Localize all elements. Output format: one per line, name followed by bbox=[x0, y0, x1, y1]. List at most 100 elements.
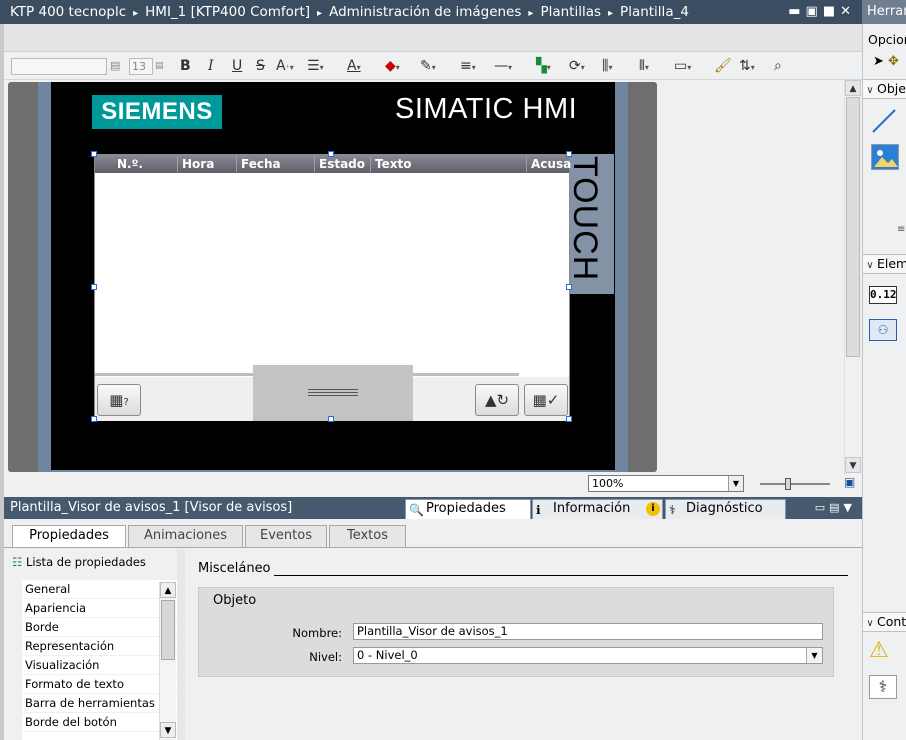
section-basic-objects[interactable]: ∨Objetos básicos bbox=[863, 79, 906, 99]
nav-item-button-border[interactable]: Borde del botón bbox=[22, 713, 177, 732]
column-time[interactable]: Hora bbox=[177, 156, 214, 172]
tab-properties[interactable]: 🔍 Propiedades bbox=[405, 499, 531, 519]
tab-diagnostics[interactable]: ⚕ Diagnóstico bbox=[665, 499, 786, 519]
object-group-title: Objeto bbox=[213, 593, 257, 608]
io-field-tool[interactable]: 0.12 bbox=[869, 286, 897, 304]
text-size-icon[interactable]: A⁺▾ bbox=[276, 56, 294, 78]
breadcrumb-screen-management[interactable]: Administración de imágenes bbox=[329, 4, 521, 20]
level-value: 0 - Nivel_0 bbox=[357, 648, 418, 662]
font-size-select[interactable]: 13 bbox=[129, 58, 153, 75]
column-text[interactable]: Texto bbox=[370, 156, 411, 172]
format-painter-icon[interactable]: 🖌 bbox=[714, 56, 732, 76]
level-select[interactable]: 0 - Nivel_0 ▼ bbox=[353, 647, 823, 664]
tab-info[interactable]: ℹ Información i bbox=[532, 499, 663, 519]
breadcrumb-project[interactable]: KTP 400 tecnoplc bbox=[10, 4, 126, 20]
info-icon: ℹ bbox=[536, 503, 541, 517]
subtab-texts[interactable]: Textos bbox=[329, 525, 406, 547]
subtab-events[interactable]: Eventos bbox=[245, 525, 327, 547]
subtab-properties[interactable]: Propiedades bbox=[12, 525, 126, 548]
breadcrumb-separator: ▸ bbox=[528, 8, 534, 19]
nav-item-general[interactable]: General bbox=[22, 580, 177, 599]
nav-list-scrollbar[interactable]: ▲ ▼ bbox=[159, 582, 176, 740]
graphic-view-tool-icon[interactable] bbox=[871, 144, 899, 170]
column-number[interactable]: N.º. bbox=[113, 156, 143, 172]
chevron-down-icon[interactable]: ▼ bbox=[728, 476, 743, 491]
chevron-down-icon[interactable]: ▼ bbox=[806, 648, 822, 663]
breadcrumb-templates[interactable]: Plantillas bbox=[540, 4, 601, 20]
zoom-slider[interactable] bbox=[760, 483, 830, 485]
canvas-vertical-scrollbar[interactable]: ▲ ▼ bbox=[844, 80, 861, 475]
line-tool-icon[interactable] bbox=[871, 108, 899, 136]
name-field[interactable]: Plantilla_Visor de avisos_1 bbox=[353, 623, 823, 640]
alarm-viewer-resize-grip[interactable] bbox=[253, 365, 413, 421]
breadcrumb-template[interactable]: Plantilla_4 bbox=[620, 4, 689, 20]
info-text-button[interactable]: ▦? bbox=[97, 384, 141, 416]
scroll-down-icon[interactable]: ▼ bbox=[845, 457, 861, 473]
selection-handle[interactable] bbox=[328, 151, 334, 157]
simatic-hmi-label: SIMATIC HMI bbox=[395, 93, 578, 125]
strikethrough-button[interactable]: S bbox=[256, 56, 265, 76]
loop-in-alarm-button[interactable]: ▲↻ bbox=[475, 384, 519, 416]
nav-item-appearance[interactable]: Apariencia bbox=[22, 599, 177, 618]
text-align-icon[interactable]: ☰▾ bbox=[307, 56, 324, 78]
splitter[interactable] bbox=[177, 548, 185, 740]
column-acknowledge[interactable]: Acusa bbox=[526, 156, 571, 172]
distribute-icon[interactable]: ⫴▾ bbox=[639, 56, 649, 78]
properties-icon: 🔍 bbox=[409, 503, 424, 517]
line-color-icon[interactable]: ✎▾ bbox=[420, 56, 436, 78]
breadcrumb-device[interactable]: HMI_1 [KTP400 Comfort] bbox=[145, 4, 310, 20]
selection-handle[interactable] bbox=[91, 416, 97, 422]
zoom-select[interactable]: 100% ▼ bbox=[588, 475, 744, 492]
subtab-animations[interactable]: Animaciones bbox=[128, 525, 243, 547]
font-size-dropdown-icon[interactable]: ▤ bbox=[155, 56, 164, 76]
selection-handle[interactable] bbox=[566, 416, 572, 422]
nav-item-representation[interactable]: Representación bbox=[22, 637, 177, 656]
tools-options-label[interactable]: Opciones bbox=[863, 32, 906, 47]
scroll-down-icon[interactable]: ▼ bbox=[160, 722, 176, 738]
selection-handle[interactable] bbox=[328, 416, 334, 422]
window-controls[interactable]: ▬▣■✕ bbox=[788, 0, 856, 24]
section-controls[interactable]: ∨Controles bbox=[863, 612, 906, 632]
section-elements[interactable]: ∨Elementos bbox=[863, 254, 906, 274]
nav-item-display[interactable]: Visualización bbox=[22, 656, 177, 675]
align-icon[interactable]: ⫼▾ bbox=[602, 56, 612, 78]
scroll-thumb[interactable] bbox=[846, 97, 860, 357]
selection-handle[interactable] bbox=[566, 284, 572, 290]
same-size-icon[interactable]: ▭▾ bbox=[674, 56, 691, 78]
nav-item-border[interactable]: Borde bbox=[22, 618, 177, 637]
nav-item-text-format[interactable]: Formato de texto bbox=[22, 675, 177, 694]
italic-button[interactable]: I bbox=[208, 56, 214, 76]
line-weight-icon[interactable]: ≡▾ bbox=[460, 56, 476, 78]
selection-handle[interactable] bbox=[91, 151, 97, 157]
rotate-icon[interactable]: ⟳▾ bbox=[569, 56, 585, 78]
overview-icon[interactable]: ▣ bbox=[844, 475, 855, 489]
scroll-up-icon[interactable]: ▲ bbox=[845, 80, 861, 96]
acknowledge-button[interactable]: ▦✓ bbox=[524, 384, 568, 416]
font-color-icon[interactable]: A▾ bbox=[347, 56, 361, 78]
alarm-viewer[interactable]: N.º. Hora Fecha Estado Texto Acusa ▦? ▲↻… bbox=[91, 151, 572, 422]
zoom-tool-icon[interactable]: ⌕ bbox=[774, 56, 782, 76]
selection-handle[interactable] bbox=[566, 151, 572, 157]
cursor-tool-icon[interactable]: ➤ ✥ bbox=[863, 54, 906, 69]
underline-button[interactable]: U bbox=[232, 56, 242, 76]
layer-icon[interactable]: ⇅▾ bbox=[739, 56, 755, 78]
alarm-view-tool-icon[interactable]: ⚠ bbox=[869, 638, 899, 668]
font-dialog-icon[interactable]: ▤ bbox=[110, 56, 120, 76]
bold-button[interactable]: B bbox=[180, 56, 191, 76]
column-status[interactable]: Estado bbox=[314, 156, 365, 172]
scroll-thumb[interactable] bbox=[161, 600, 175, 660]
column-date[interactable]: Fecha bbox=[236, 156, 281, 172]
property-list-toggle[interactable]: ☷ Lista de propiedades bbox=[12, 555, 146, 569]
diagnostics-view-tool-icon[interactable]: ⚕ bbox=[869, 675, 897, 699]
nav-item-toolbar[interactable]: Barra de herramientas bbox=[22, 694, 177, 713]
selection-handle[interactable] bbox=[91, 284, 97, 290]
panel-resize-icon[interactable]: ≡ bbox=[897, 224, 905, 235]
arrange-icon[interactable]: ▚▾ bbox=[536, 56, 551, 78]
inspector-controls-icon[interactable]: ▭▤▼ bbox=[815, 497, 856, 519]
zoom-slider-thumb[interactable] bbox=[785, 478, 791, 490]
fill-color-icon[interactable]: ◆▾ bbox=[385, 56, 400, 78]
font-family-select[interactable] bbox=[11, 58, 107, 75]
scroll-up-icon[interactable]: ▲ bbox=[160, 582, 176, 598]
symbolic-io-tool-icon[interactable]: ⚇ bbox=[869, 319, 897, 341]
line-style-icon[interactable]: —▾ bbox=[494, 56, 512, 78]
